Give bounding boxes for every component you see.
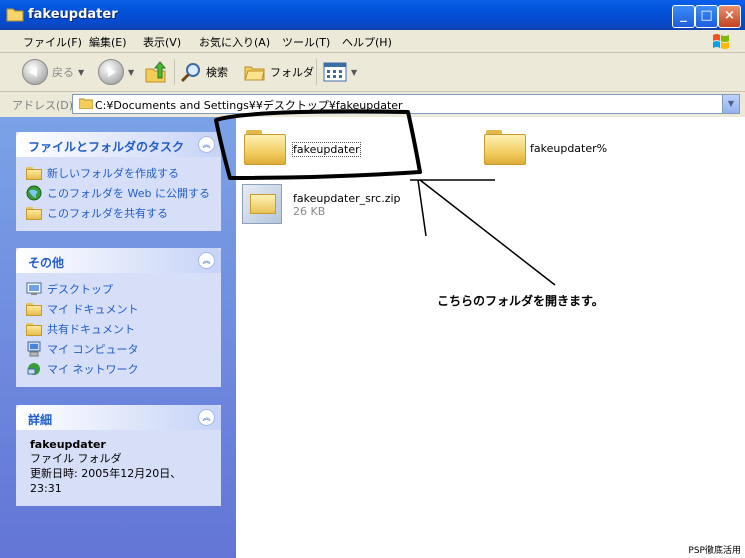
place-my-network[interactable]: マイ ネットワーク — [26, 359, 211, 379]
place-label: マイ コンピュータ — [47, 343, 139, 356]
file-item-folder[interactable]: fakeupdater% — [484, 128, 614, 170]
address-input[interactable]: C:¥Documents and Settings¥¥デスクトップ¥fakeup… — [72, 94, 740, 114]
folders-icon — [244, 66, 265, 81]
title-bar[interactable]: fakeupdater _ □ × — [0, 0, 745, 30]
menu-tools[interactable]: ツール(T) — [282, 34, 330, 50]
search-label: 検索 — [206, 66, 228, 79]
panel-header[interactable]: 詳細 ︽ — [16, 405, 221, 430]
task-share-folder[interactable]: このフォルダを共有する — [26, 203, 211, 223]
place-my-computer[interactable]: マイ コンピュータ — [26, 339, 211, 359]
task-publish-web[interactable]: このフォルダを Web に公開する — [26, 183, 211, 203]
panel-header[interactable]: その他 ︽ — [16, 248, 221, 273]
network-icon — [26, 361, 42, 377]
place-shared-documents[interactable]: 共有ドキュメント — [26, 319, 211, 339]
panel-title: 詳細 — [28, 413, 53, 427]
folder-icon — [484, 128, 526, 165]
up-folder-button[interactable] — [144, 59, 168, 85]
address-bar: アドレス(D) C:¥Documents and Settings¥¥デスクトッ… — [0, 92, 745, 116]
task-pane: ファイルとフォルダのタスク ︽ 新しいフォルダを作成する このフォルダを Web… — [0, 117, 236, 558]
collapse-chevron-icon[interactable]: ︽ — [198, 409, 215, 426]
forward-button[interactable]: ▼ — [98, 59, 134, 85]
detail-modified-date: 更新日時: 2005年12月20日、23:31 — [30, 467, 182, 495]
new-folder-icon — [26, 165, 42, 181]
explorer-window: fakeupdater _ □ × ファイル(F) 編集(E) 表示(V) お気… — [0, 0, 745, 558]
place-label: 共有ドキュメント — [47, 323, 135, 336]
chevron-down-icon[interactable]: ▼ — [128, 68, 134, 77]
address-text: C:¥Documents and Settings¥¥デスクトップ¥fakeup… — [95, 99, 403, 112]
annotation-text: こちらのフォルダを開きます。 — [437, 294, 604, 308]
view-grid-icon — [323, 62, 347, 82]
search-button[interactable]: 検索 — [180, 59, 228, 85]
place-desktop[interactable]: デスクトップ — [26, 279, 211, 299]
folder-icon — [244, 128, 286, 165]
place-my-documents[interactable]: マイ ドキュメント — [26, 299, 211, 319]
back-button[interactable]: 戻る ▼ — [22, 59, 84, 85]
toolbar: 戻る ▼ ▼ 検索 フォルダ ▼ — [0, 53, 745, 92]
forward-arrow-icon — [98, 59, 124, 85]
folders-label: フォルダ — [270, 66, 314, 79]
file-folder-tasks-panel: ファイルとフォルダのタスク ︽ 新しいフォルダを作成する このフォルダを Web… — [16, 132, 221, 231]
menu-file[interactable]: ファイル(F) — [23, 34, 82, 50]
chevron-down-icon[interactable]: ▼ — [351, 68, 357, 77]
place-label: デスクトップ — [47, 283, 113, 296]
collapse-chevron-icon[interactable]: ︽ — [198, 252, 215, 269]
file-name: fakeupdater_src.zip — [293, 192, 401, 205]
menu-favorites[interactable]: お気に入り(A) — [199, 34, 270, 50]
file-name: fakeupdater — [292, 142, 361, 157]
folder-icon — [78, 97, 94, 110]
folders-button[interactable]: フォルダ — [244, 59, 314, 85]
toolbar-separator — [174, 59, 175, 85]
menu-edit[interactable]: 編集(E) — [89, 34, 127, 50]
back-arrow-icon — [22, 59, 48, 85]
task-label: このフォルダを Web に公開する — [47, 187, 210, 200]
file-item-folder[interactable]: fakeupdater — [244, 128, 364, 170]
footer-credit: PSP徹底活用 — [688, 546, 741, 556]
back-label: 戻る — [52, 66, 74, 79]
place-label: マイ ドキュメント — [47, 303, 139, 316]
details-panel: 詳細 ︽ fakeupdater ファイル フォルダ 更新日時: 2005年12… — [16, 405, 221, 506]
task-label: 新しいフォルダを作成する — [47, 167, 179, 180]
address-label: アドレス(D) — [12, 99, 74, 112]
computer-icon — [26, 341, 42, 357]
panel-title: ファイルとフォルダのタスク — [28, 140, 185, 154]
menu-view[interactable]: 表示(V) — [143, 34, 181, 50]
windows-logo-icon — [711, 32, 731, 50]
close-button[interactable]: × — [718, 5, 741, 28]
file-size: 26 KB — [293, 205, 326, 218]
task-label: このフォルダを共有する — [47, 207, 168, 220]
globe-icon — [26, 185, 42, 201]
menu-help[interactable]: ヘルプ(H) — [342, 34, 392, 50]
panel-header[interactable]: ファイルとフォルダのタスク ︽ — [16, 132, 221, 157]
maximize-button[interactable]: □ — [695, 5, 718, 28]
desktop-icon — [26, 281, 42, 297]
task-new-folder[interactable]: 新しいフォルダを作成する — [26, 163, 211, 183]
menu-bar: ファイル(F) 編集(E) 表示(V) お気に入り(A) ツール(T) ヘルプ(… — [0, 30, 745, 53]
file-item-zip[interactable]: fakeupdater_src.zip 26 KB — [240, 180, 410, 230]
place-label: マイ ネットワーク — [47, 363, 139, 376]
file-name: fakeupdater% — [530, 142, 608, 155]
up-folder-icon — [145, 61, 167, 83]
address-dropdown-chevron-icon[interactable]: ▼ — [722, 95, 739, 113]
toolbar-separator — [316, 59, 317, 85]
collapse-chevron-icon[interactable]: ︽ — [198, 136, 215, 153]
search-icon — [180, 63, 200, 83]
my-documents-icon — [26, 301, 42, 317]
window-title: fakeupdater — [28, 7, 118, 22]
panel-title: その他 — [28, 256, 65, 270]
shared-documents-icon — [26, 321, 42, 337]
detail-item-name: fakeupdater — [30, 438, 106, 451]
minimize-button[interactable]: _ — [672, 5, 695, 28]
other-places-panel: その他 ︽ デスクトップ マイ ドキュメント 共有ドキュメント マイ コンピュー… — [16, 248, 221, 387]
detail-item-type: ファイル フォルダ — [30, 452, 122, 465]
views-button[interactable]: ▼ — [323, 59, 357, 85]
chevron-down-icon[interactable]: ▼ — [78, 68, 84, 77]
zip-archive-icon — [240, 180, 284, 224]
share-folder-icon — [26, 205, 42, 221]
folder-icon — [6, 6, 24, 22]
